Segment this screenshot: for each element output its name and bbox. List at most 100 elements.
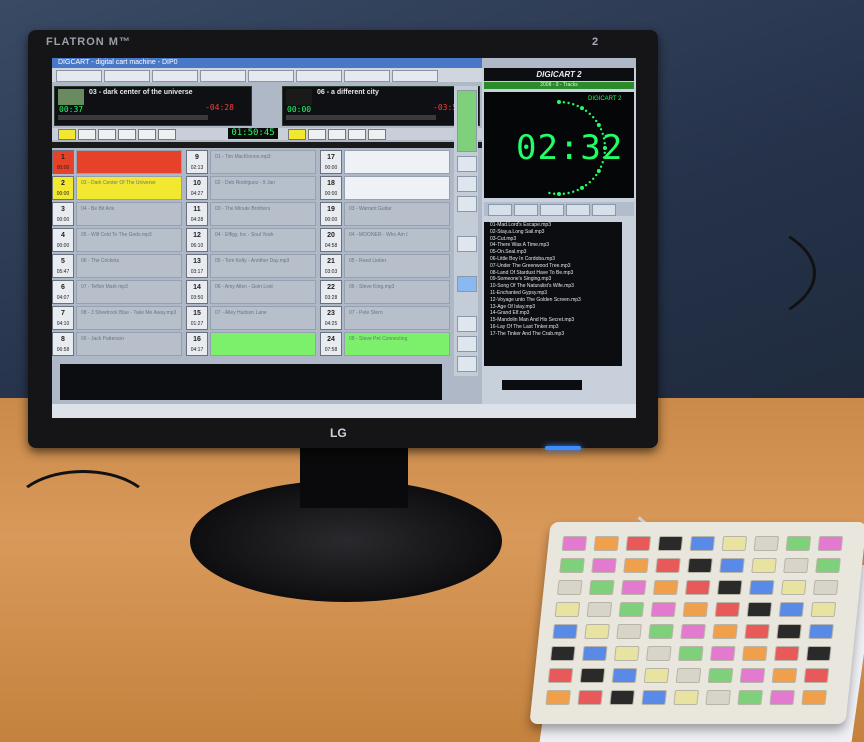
cart-number[interactable]: 13 03:17 <box>186 254 208 278</box>
side-button[interactable] <box>457 236 477 252</box>
cart-slot[interactable]: 04 - MOONER - Who Am I <box>344 228 450 252</box>
keypad-key[interactable] <box>714 602 741 617</box>
toolbar-button[interactable] <box>344 70 390 82</box>
keypad-key[interactable] <box>616 624 642 639</box>
play-button-b[interactable] <box>308 129 326 140</box>
cart-slot[interactable]: 01 - Tim MacKinnon.mp3 <box>210 150 316 174</box>
cart-number[interactable]: 18 00:00 <box>320 176 342 200</box>
keypad-key[interactable] <box>561 536 588 551</box>
keypad-key[interactable] <box>547 668 574 683</box>
playlist-item[interactable]: 07-Under The Greenwood Tree.mp3 <box>484 263 622 270</box>
cart-number[interactable]: 21 03:03 <box>320 254 342 278</box>
keypad-key[interactable] <box>710 646 736 661</box>
panel-button[interactable] <box>488 204 512 216</box>
playlist-item[interactable]: 14-Grand Elf.mp3 <box>484 310 622 317</box>
cart-number[interactable]: 16 04:17 <box>186 332 208 356</box>
keypad-key[interactable] <box>806 646 832 661</box>
playlist-item[interactable]: 15-Mandolin Man And His Secret.mp3 <box>484 317 622 324</box>
cart-number[interactable]: 12 06:10 <box>186 228 208 252</box>
keypad-key[interactable] <box>721 536 748 551</box>
cart-slot[interactable]: 03 - The Minute Brothers <box>210 202 316 226</box>
playlist[interactable]: 01-Mad.Lord's Escape.mp3 02-Stay.a.Long S… <box>484 222 622 366</box>
player-a[interactable]: 03 - dark center of the universe 00:37 -… <box>54 86 252 126</box>
play-button[interactable] <box>78 129 96 140</box>
toolbar-button[interactable] <box>152 70 198 82</box>
keypad-key[interactable] <box>545 690 571 705</box>
cart-slot[interactable]: 09 - Jack Patterson <box>76 332 182 356</box>
cart-slot[interactable]: 07 - Pete Stern <box>344 306 450 330</box>
cart-number[interactable]: 2 00:00 <box>52 176 74 200</box>
keypad-key[interactable] <box>554 602 581 617</box>
keypad-key[interactable] <box>687 558 713 573</box>
keypad-key[interactable] <box>579 668 606 683</box>
keypad-key[interactable] <box>614 646 640 661</box>
playlist-item[interactable]: 12-Voyage unto The Golden Screen.mp3 <box>484 297 622 304</box>
keypad-key[interactable] <box>682 602 709 617</box>
keypad-key[interactable] <box>776 624 802 639</box>
cart-slot[interactable]: 06 - The Crickets <box>76 254 182 278</box>
keypad-key[interactable] <box>744 624 770 639</box>
keypad-key[interactable] <box>582 646 608 661</box>
cart-number[interactable]: 19 00:00 <box>320 202 342 226</box>
toolbar-button[interactable] <box>104 70 150 82</box>
keypad-key[interactable] <box>611 668 638 683</box>
cart-number[interactable]: 6 04:07 <box>52 280 74 304</box>
toolbar-button[interactable] <box>200 70 246 82</box>
player-b-progress[interactable] <box>286 115 436 120</box>
cart-slot[interactable]: 05 - Will Cold To The Gods.mp3 <box>76 228 182 252</box>
keypad-key[interactable] <box>803 668 830 683</box>
keypad-key[interactable] <box>785 536 812 551</box>
keypad-key[interactable] <box>780 580 807 595</box>
keypad-key[interactable] <box>737 690 763 705</box>
cart-number[interactable]: 5 05:47 <box>52 254 74 278</box>
toolbar-button[interactable] <box>296 70 342 82</box>
keypad-key[interactable] <box>559 558 585 573</box>
loop-button[interactable] <box>158 129 176 140</box>
playlist-item[interactable]: 03-Cut.mp3 <box>484 236 622 243</box>
keypad-key[interactable] <box>778 602 805 617</box>
panel-button[interactable] <box>540 204 564 216</box>
cart-slot[interactable]: 04 - Be Bit Aris <box>76 202 182 226</box>
cue-button-b[interactable] <box>288 129 306 140</box>
cart-slot[interactable]: 07 - Teflon Mark mp3 <box>76 280 182 304</box>
cart-number[interactable]: 10 04:27 <box>186 176 208 200</box>
cart-number[interactable]: 11 04:28 <box>186 202 208 226</box>
keypad-key[interactable] <box>812 580 839 595</box>
side-button[interactable] <box>457 196 477 212</box>
playlist-item[interactable]: 09-Someone's Singing.mp3 <box>484 276 622 283</box>
keypad-key[interactable] <box>593 536 620 551</box>
keypad-key[interactable] <box>650 602 677 617</box>
rewind-button[interactable] <box>118 129 136 140</box>
cart-number[interactable]: 24 07:58 <box>320 332 342 356</box>
cart-slot[interactable]: 08 - 3 Sheetrock Blue - Take Me Away.mp3 <box>76 306 182 330</box>
cart-number[interactable]: 4 00:00 <box>52 228 74 252</box>
keypad-key[interactable] <box>618 602 645 617</box>
playlist-item[interactable]: 05-On.Seal.mp3 <box>484 249 622 256</box>
keypad-key[interactable] <box>577 690 603 705</box>
keypad-key[interactable] <box>552 624 578 639</box>
keypad-key[interactable] <box>783 558 809 573</box>
cart-slot[interactable] <box>344 176 450 200</box>
keypad-key[interactable] <box>556 580 583 595</box>
playlist-item[interactable]: 04-There Was A Time.mp3 <box>484 242 622 249</box>
keypad-key[interactable] <box>586 602 613 617</box>
keypad-key[interactable] <box>801 690 827 705</box>
playlist-item[interactable]: 02-Stay.a.Long Sail.mp3 <box>484 229 622 236</box>
keypad-key[interactable] <box>815 558 841 573</box>
player-b[interactable]: 06 - a different city 00:00 -03:56 <box>282 86 480 126</box>
keypad-key[interactable] <box>707 668 734 683</box>
keypad-key[interactable] <box>705 690 731 705</box>
cart-number[interactable]: 17 00:00 <box>320 150 342 174</box>
keypad-key[interactable] <box>678 646 704 661</box>
toolbar-button[interactable] <box>392 70 438 82</box>
keypad-key[interactable] <box>591 558 617 573</box>
keypad-key[interactable] <box>646 646 672 661</box>
playlist-item[interactable]: 01-Mad.Lord's Escape.mp3 <box>484 222 622 229</box>
playlist-item[interactable]: 10-Song Of The Naturalist's Wife.mp3 <box>484 283 622 290</box>
keypad-key[interactable] <box>746 602 773 617</box>
side-button[interactable] <box>457 156 477 172</box>
keypad-key[interactable] <box>648 624 674 639</box>
keypad-key[interactable] <box>620 580 647 595</box>
player-a-progress[interactable] <box>58 115 208 120</box>
toolbar-button[interactable] <box>56 70 102 82</box>
